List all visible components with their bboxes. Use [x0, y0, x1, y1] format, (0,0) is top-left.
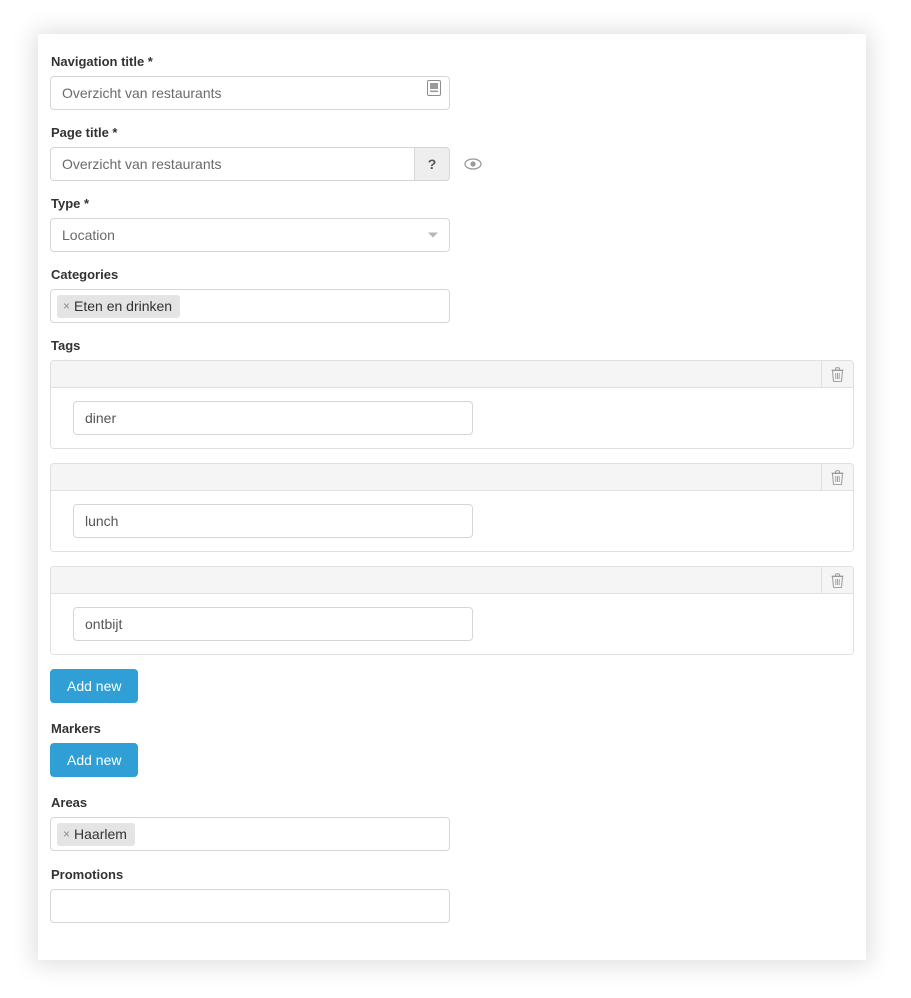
markers-label: Markers	[51, 721, 101, 736]
markers-add-new-button[interactable]: Add new	[50, 743, 139, 777]
chip-label: Haarlem	[74, 825, 127, 842]
tags-label: Tags	[51, 338, 81, 353]
page-title-label: Page title *	[51, 125, 118, 140]
tag-panel: diner	[50, 360, 854, 449]
page-title-help-button[interactable]: ?	[414, 147, 450, 181]
tag-panel: lunch	[50, 463, 854, 552]
chip-remove-icon[interactable]: ×	[63, 297, 70, 315]
eye-icon[interactable]	[464, 155, 482, 173]
field-markers: Markers Add new	[50, 721, 854, 779]
tag-panel-body: ontbijt	[51, 594, 853, 654]
field-navigation-title: Navigation title * Overzicht van restaur…	[50, 54, 854, 110]
form-card: Navigation title * Overzicht van restaur…	[38, 34, 866, 960]
field-page-title: Page title * Overzicht van restaurants ?	[50, 125, 854, 181]
field-areas: Areas × Haarlem	[50, 795, 854, 851]
type-label: Type *	[51, 196, 90, 211]
tag-panel-header	[51, 361, 853, 388]
type-select[interactable]: Location	[50, 218, 450, 252]
promotions-token-field[interactable]	[50, 889, 450, 923]
page-title-input-group: Overzicht van restaurants ?	[50, 147, 450, 181]
field-categories: Categories × Eten en drinken	[50, 267, 854, 323]
chip-label: Eten en drinken	[74, 297, 173, 314]
tag-panel-body: diner	[51, 388, 853, 448]
field-type: Type * Location	[50, 196, 854, 252]
tag-panel-body: lunch	[51, 491, 853, 551]
trash-icon[interactable]	[821, 567, 853, 593]
categories-label: Categories	[51, 267, 119, 282]
tag-panel-header	[51, 464, 853, 491]
device-card-icon[interactable]	[427, 80, 441, 96]
category-chip[interactable]: × Eten en drinken	[57, 294, 181, 318]
chevron-down-icon	[428, 232, 438, 238]
chip-remove-icon[interactable]: ×	[63, 825, 70, 843]
promotions-label: Promotions	[51, 867, 124, 882]
areas-label: Areas	[51, 795, 88, 810]
trash-icon[interactable]	[821, 361, 853, 387]
categories-token-field[interactable]: × Eten en drinken	[50, 289, 450, 323]
tag-value-input[interactable]: diner	[73, 401, 473, 435]
tag-panel-header	[51, 567, 853, 594]
tag-value-input[interactable]: lunch	[73, 504, 473, 538]
field-promotions: Promotions	[50, 867, 854, 923]
page-root: Navigation title * Overzicht van restaur…	[0, 0, 911, 998]
areas-token-field[interactable]: × Haarlem	[50, 817, 450, 851]
navigation-title-label: Navigation title *	[51, 54, 153, 69]
page-title-row: Overzicht van restaurants ?	[50, 147, 854, 181]
type-selected-value: Location	[62, 227, 115, 243]
tags-add-new-button[interactable]: Add new	[50, 669, 139, 703]
page-title-input[interactable]: Overzicht van restaurants	[50, 147, 414, 181]
field-tags: Tags diner lunch ontbijt Add new	[50, 338, 854, 705]
area-chip[interactable]: × Haarlem	[57, 822, 135, 846]
navigation-title-input[interactable]: Overzicht van restaurants	[50, 76, 450, 110]
tag-panel: ontbijt	[50, 566, 854, 655]
tag-value-input[interactable]: ontbijt	[73, 607, 473, 641]
trash-icon[interactable]	[821, 464, 853, 490]
